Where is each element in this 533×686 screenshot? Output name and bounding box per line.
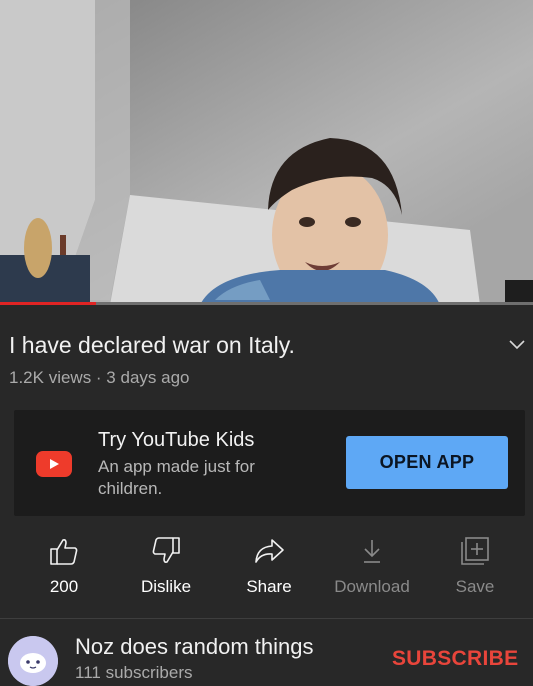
channel-avatar[interactable] xyxy=(8,636,58,686)
video-player[interactable] xyxy=(0,0,533,305)
thumbs-up-icon xyxy=(49,533,79,569)
chevron-down-icon[interactable] xyxy=(506,336,528,354)
share-label: Share xyxy=(246,577,292,596)
add-to-playlist-icon xyxy=(460,533,490,569)
progress-fill xyxy=(0,302,96,305)
action-bar: 200 Dislike Share Download Save xyxy=(0,533,533,608)
youtube-kids-promo: Try YouTube Kids An app made just for ch… xyxy=(14,410,525,516)
share-button[interactable]: Share xyxy=(219,533,319,597)
video-title: I have declared war on Italy. xyxy=(9,332,295,358)
dislike-label: Dislike xyxy=(140,577,192,596)
share-icon xyxy=(253,533,285,569)
download-label: Download xyxy=(334,577,410,596)
like-count: 200 xyxy=(49,577,79,596)
youtube-kids-icon xyxy=(36,451,72,477)
divider xyxy=(0,618,533,619)
promo-title: Try YouTube Kids xyxy=(98,429,255,451)
video-meta: 1.2K views · 3 days ago xyxy=(9,368,190,387)
subscribe-button[interactable]: SUBSCRIBE xyxy=(392,647,518,671)
save-label: Save xyxy=(455,577,495,596)
progress-bar[interactable] xyxy=(0,302,533,305)
download-icon xyxy=(361,533,383,569)
channel-name[interactable]: Noz does random things xyxy=(75,634,313,660)
like-button[interactable]: 200 xyxy=(14,533,114,597)
video-frame-image xyxy=(0,0,533,305)
download-button[interactable]: Download xyxy=(322,533,422,597)
promo-subtitle: An app made just for children. xyxy=(98,457,255,498)
subscriber-count: 111 subscribers xyxy=(75,663,193,682)
thumbs-down-icon xyxy=(151,533,181,569)
save-button[interactable]: Save xyxy=(425,533,525,597)
open-app-button[interactable]: OPEN APP xyxy=(346,436,508,489)
dislike-button[interactable]: Dislike xyxy=(116,533,216,597)
